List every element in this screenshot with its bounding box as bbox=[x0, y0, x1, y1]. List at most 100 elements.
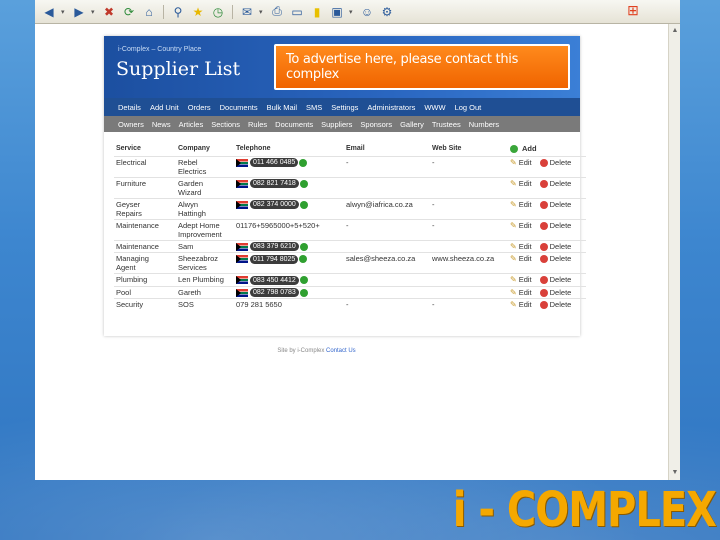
call-icon[interactable] bbox=[299, 242, 308, 251]
delete-button[interactable]: Delete bbox=[550, 242, 572, 251]
footer-contact-link[interactable]: Contact Us bbox=[326, 348, 356, 354]
refresh-icon[interactable]: ⟳ bbox=[121, 4, 137, 20]
favorites-icon[interactable]: ★ bbox=[190, 4, 206, 20]
add-supplier-button[interactable]: Add bbox=[522, 144, 537, 153]
call-icon[interactable] bbox=[299, 200, 308, 209]
subnav-news[interactable]: News bbox=[152, 120, 171, 129]
delete-button[interactable]: Delete bbox=[550, 288, 572, 297]
delete-icon[interactable] bbox=[539, 221, 548, 230]
nav-orders[interactable]: Orders bbox=[188, 103, 211, 112]
nav-sms[interactable]: SMS bbox=[306, 103, 322, 112]
edit-icon[interactable]: ✎ bbox=[510, 179, 517, 188]
email-link[interactable]: alwyn@iafrica.co.za bbox=[346, 200, 413, 209]
scroll-up-icon[interactable]: ▲ bbox=[670, 26, 680, 36]
website-link[interactable]: - bbox=[432, 300, 435, 309]
phone-chip[interactable]: 083 450 4412 bbox=[250, 275, 299, 285]
email-link[interactable]: - bbox=[346, 221, 349, 230]
edit-button[interactable]: Edit bbox=[519, 242, 532, 251]
nav-log-out[interactable]: Log Out bbox=[455, 103, 482, 112]
phone-chip[interactable]: 082 374 0000 bbox=[250, 200, 299, 210]
messenger-icon[interactable]: ☺ bbox=[359, 4, 375, 20]
website-link[interactable]: - bbox=[432, 200, 435, 209]
edit-icon[interactable]: ✎ bbox=[510, 200, 517, 209]
phone-chip[interactable]: 011 466 0485 bbox=[250, 158, 299, 168]
edit-button[interactable]: Edit bbox=[519, 221, 532, 230]
edit-button[interactable]: Edit bbox=[519, 288, 532, 297]
history-icon[interactable]: ◷ bbox=[210, 4, 226, 20]
edit-button[interactable]: Edit bbox=[519, 158, 532, 167]
delete-icon[interactable] bbox=[539, 255, 548, 264]
edit-icon[interactable]: ▭ bbox=[289, 4, 305, 20]
call-icon[interactable] bbox=[299, 179, 308, 188]
nav-details[interactable]: Details bbox=[118, 103, 141, 112]
delete-icon[interactable] bbox=[539, 158, 548, 167]
mail-dropdown-icon[interactable]: ▾ bbox=[259, 8, 265, 16]
stop-icon[interactable]: ✖ bbox=[101, 4, 117, 20]
subnav-owners[interactable]: Owners bbox=[118, 120, 144, 129]
back-icon[interactable]: ◀ bbox=[41, 4, 57, 20]
phone-chip[interactable]: 083 379 6210 bbox=[250, 242, 299, 252]
delete-button[interactable]: Delete bbox=[550, 275, 572, 284]
call-icon[interactable] bbox=[299, 288, 308, 297]
subnav-gallery[interactable]: Gallery bbox=[400, 120, 424, 129]
nav-add-unit[interactable]: Add Unit bbox=[150, 103, 179, 112]
subnav-suppliers[interactable]: Suppliers bbox=[321, 120, 352, 129]
add-icon[interactable] bbox=[510, 145, 518, 154]
scroll-down-icon[interactable]: ▼ bbox=[670, 468, 680, 478]
delete-button[interactable]: Delete bbox=[550, 221, 572, 230]
edit-icon[interactable]: ✎ bbox=[510, 275, 517, 284]
email-link[interactable]: - bbox=[346, 158, 349, 167]
call-icon[interactable] bbox=[299, 255, 308, 264]
edit-icon[interactable]: ✎ bbox=[510, 242, 517, 251]
research-icon[interactable]: ▣ bbox=[329, 4, 345, 20]
nav-documents[interactable]: Documents bbox=[220, 103, 258, 112]
subnav-documents[interactable]: Documents bbox=[275, 120, 313, 129]
subnav-sponsors[interactable]: Sponsors bbox=[360, 120, 392, 129]
delete-button[interactable]: Delete bbox=[550, 179, 572, 188]
subnav-rules[interactable]: Rules bbox=[248, 120, 267, 129]
call-icon[interactable] bbox=[299, 276, 308, 285]
edit-icon[interactable]: ✎ bbox=[510, 288, 517, 297]
subnav-numbers[interactable]: Numbers bbox=[469, 120, 499, 129]
email-link[interactable]: - bbox=[346, 300, 349, 309]
phone-chip[interactable]: 011 794 8025 bbox=[250, 254, 299, 264]
research-dropdown-icon[interactable]: ▾ bbox=[349, 8, 355, 16]
search-icon[interactable]: ⚲ bbox=[170, 4, 186, 20]
website-link[interactable]: - bbox=[432, 158, 435, 167]
delete-button[interactable]: Delete bbox=[550, 158, 572, 167]
vertical-scrollbar[interactable]: ▲ ▼ bbox=[668, 24, 680, 480]
edit-button[interactable]: Edit bbox=[519, 254, 532, 263]
delete-button[interactable]: Delete bbox=[550, 200, 572, 209]
header-add[interactable]: Add bbox=[508, 142, 586, 156]
nav-www[interactable]: WWW bbox=[424, 103, 445, 112]
breadcrumb[interactable]: i-Complex – Country Place bbox=[118, 46, 201, 53]
edit-icon[interactable]: ✎ bbox=[510, 300, 517, 309]
nav-administrators[interactable]: Administrators bbox=[367, 103, 415, 112]
back-dropdown-icon[interactable]: ▾ bbox=[61, 8, 67, 16]
edit-button[interactable]: Edit bbox=[519, 179, 532, 188]
edit-button[interactable]: Edit bbox=[519, 300, 532, 309]
phone-chip[interactable]: 082 821 7418 bbox=[250, 179, 299, 189]
mail-icon[interactable]: ✉ bbox=[239, 4, 255, 20]
tools-icon[interactable]: ⚙ bbox=[379, 4, 395, 20]
subnav-trustees[interactable]: Trustees bbox=[432, 120, 461, 129]
forward-icon[interactable]: ▶ bbox=[71, 4, 87, 20]
forward-dropdown-icon[interactable]: ▾ bbox=[91, 8, 97, 16]
edit-button[interactable]: Edit bbox=[519, 275, 532, 284]
subnav-articles[interactable]: Articles bbox=[179, 120, 204, 129]
delete-icon[interactable] bbox=[539, 179, 548, 188]
delete-icon[interactable] bbox=[539, 276, 548, 285]
home-icon[interactable]: ⌂ bbox=[141, 4, 157, 20]
discuss-icon[interactable]: ▮ bbox=[309, 4, 325, 20]
nav-bulk-mail[interactable]: Bulk Mail bbox=[267, 103, 297, 112]
phone-chip[interactable]: 082 798 0783 bbox=[250, 288, 299, 298]
delete-button[interactable]: Delete bbox=[550, 254, 572, 263]
website-link[interactable]: www.sheeza.co.za bbox=[432, 254, 494, 263]
delete-icon[interactable] bbox=[539, 301, 548, 310]
subnav-sections[interactable]: Sections bbox=[211, 120, 240, 129]
edit-button[interactable]: Edit bbox=[519, 200, 532, 209]
call-icon[interactable] bbox=[299, 158, 308, 167]
advertise-banner[interactable]: To advertise here, please contact this c… bbox=[274, 44, 570, 90]
delete-icon[interactable] bbox=[539, 200, 548, 209]
delete-icon[interactable] bbox=[539, 288, 548, 297]
